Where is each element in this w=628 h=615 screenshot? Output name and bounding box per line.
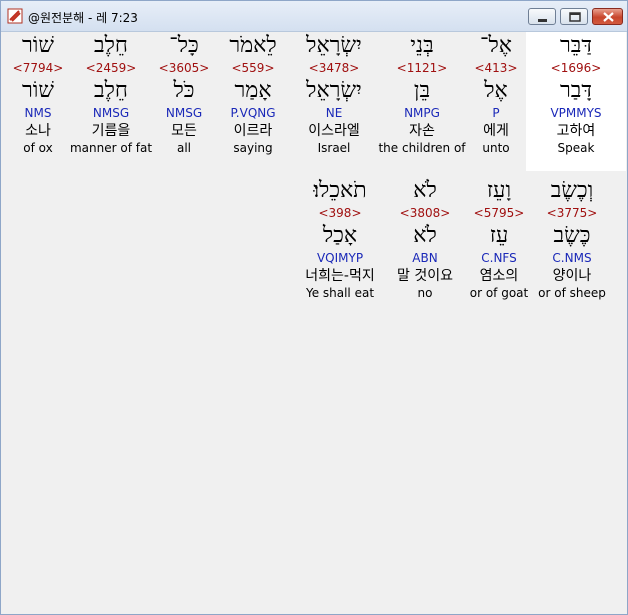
title-bar[interactable]: @원전분해 - 레 7:23 xyxy=(1,1,627,32)
strong-number[interactable]: <398> xyxy=(290,204,390,223)
morphology-code: ABN xyxy=(412,251,438,265)
english-gloss: of ox xyxy=(23,141,53,155)
maximize-icon xyxy=(569,12,581,22)
app-icon[interactable] xyxy=(7,8,23,24)
word-column[interactable]: שׁוֹר <7794> שׁוֹר NMS 소나 of ox xyxy=(0,32,88,156)
morphology-code: NMS xyxy=(24,106,52,120)
hebrew-lemma: שׁוֹר xyxy=(21,78,54,103)
hebrew-word: בְּנֵי xyxy=(410,33,434,58)
minimize-icon xyxy=(538,19,547,22)
hebrew-word: לֹא xyxy=(413,178,437,203)
hebrew-lemma: אָכַל xyxy=(322,223,358,248)
hebrew-word: תֹאכֵלוּ׃ xyxy=(313,178,367,203)
strong-number[interactable]: <7794> xyxy=(0,59,88,78)
app-window: @원전분해 - 레 7:23 דַּבֵּר <1696> דָּבַר VPM… xyxy=(0,0,628,615)
word-column[interactable]: תֹאכֵלוּ׃ <398> אָכַל VQIMYP 너희는-먹지 Ye s… xyxy=(290,177,390,301)
hebrew-lemma: בֵּן xyxy=(413,78,431,103)
korean-gloss: 소나 xyxy=(25,123,51,139)
window-title: @원전분해 - 레 7:23 xyxy=(28,11,138,25)
minimize-button[interactable] xyxy=(528,8,556,25)
strong-number[interactable]: <1121> xyxy=(372,59,472,78)
english-gloss: the children of xyxy=(378,141,466,155)
word-column[interactable]: לֹא <3808> לֹא ABN 말 것이요 no xyxy=(375,177,475,301)
hebrew-word: שׁוֹר xyxy=(21,33,54,58)
maximize-button[interactable] xyxy=(560,8,588,25)
interlinear-view: דַּבֵּר <1696> דָּבַר VPMMYS 고하여 Speak א… xyxy=(5,32,626,610)
word-column[interactable]: בְּנֵי <1121> בֵּן NMPG 자손 the children … xyxy=(372,32,472,156)
morphology-code: VQIMYP xyxy=(316,251,364,265)
english-gloss: Ye shall eat xyxy=(305,286,375,300)
close-button[interactable] xyxy=(592,8,623,25)
english-gloss: no xyxy=(417,286,433,300)
hebrew-lemma: לֹא xyxy=(413,223,437,248)
korean-gloss: 자손 xyxy=(409,123,435,139)
morphology-code: NMPG xyxy=(404,106,440,120)
korean-gloss: 말 것이요 xyxy=(397,268,453,284)
korean-gloss: 너희는-먹지 xyxy=(305,268,375,284)
close-icon xyxy=(603,12,614,22)
strong-number[interactable]: <3808> xyxy=(375,204,475,223)
